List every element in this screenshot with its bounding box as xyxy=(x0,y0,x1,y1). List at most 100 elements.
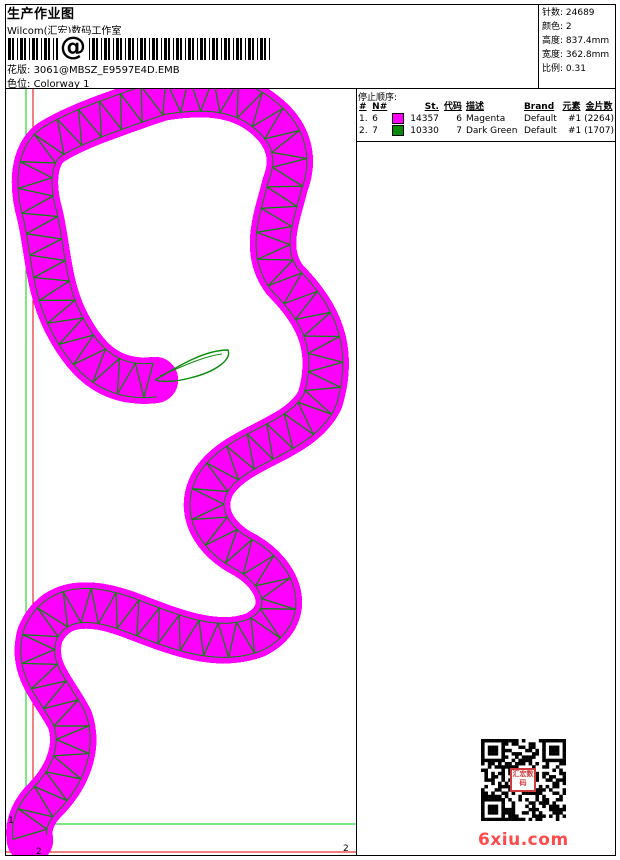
qr-cell xyxy=(501,768,505,772)
table-row: 2. 7 10330 7 Dark Green Default #1 (1707… xyxy=(357,125,616,137)
qr-cell xyxy=(532,811,536,815)
qr-cell xyxy=(525,791,529,795)
qr-cell xyxy=(552,804,556,809)
qr-cell xyxy=(528,791,533,795)
qr-cell xyxy=(511,739,516,743)
qr-cell xyxy=(501,739,505,743)
qr-cell xyxy=(515,761,519,766)
qr-cell xyxy=(559,739,563,743)
qr-cell xyxy=(501,798,505,802)
qr-cell xyxy=(542,748,546,753)
barcode-bar xyxy=(24,38,26,60)
qr-cell xyxy=(491,807,495,812)
qr-cell xyxy=(511,752,516,756)
qr-cell xyxy=(532,801,536,805)
qr-cell xyxy=(491,781,495,786)
qr-cell xyxy=(552,752,556,756)
qr-cell xyxy=(562,755,566,759)
qr-cell xyxy=(535,748,539,753)
qr-cell xyxy=(549,745,553,750)
qr-cell xyxy=(504,781,509,786)
table-rule xyxy=(357,141,616,142)
barcode-bar xyxy=(192,38,194,60)
qr-cell xyxy=(504,807,509,812)
qr-cell xyxy=(555,804,560,809)
row-stitches: 10330 xyxy=(410,126,439,136)
qr-cell xyxy=(549,778,553,782)
embroidery-design: 1 2 2 xyxy=(6,89,356,855)
qr-cell xyxy=(484,791,488,795)
qr-cell xyxy=(481,761,485,766)
qr-cell xyxy=(494,758,499,763)
qr-cell xyxy=(532,807,536,812)
qr-cell xyxy=(491,745,495,750)
qr-cell xyxy=(518,817,522,821)
qr-cell xyxy=(549,739,553,743)
qr-cell xyxy=(504,748,509,753)
qr-cell xyxy=(532,752,536,756)
qr-cell xyxy=(542,765,546,769)
qr-cell xyxy=(532,745,536,750)
qr-cell xyxy=(545,739,550,743)
barcode-bar xyxy=(161,38,162,60)
qr-cell xyxy=(481,748,485,753)
seal-stamp: 汇宏数码 xyxy=(510,768,536,792)
qr-cell xyxy=(487,761,492,766)
qr-cell xyxy=(481,811,485,815)
qr-cell xyxy=(481,798,485,802)
qr-cell xyxy=(491,804,495,809)
watermark: 6xiu.com xyxy=(478,830,569,850)
barcode-bar xyxy=(200,38,203,60)
qr-cell xyxy=(521,739,526,743)
qr-cell xyxy=(504,811,509,815)
qr-cell xyxy=(555,811,560,815)
qr-cell xyxy=(559,761,563,766)
qr-cell xyxy=(484,784,488,789)
barcode-bar xyxy=(228,38,230,60)
barcode-bar xyxy=(168,38,170,60)
qr-cell xyxy=(552,739,556,743)
barcode-bar xyxy=(149,38,150,60)
barcode-bar xyxy=(204,38,206,60)
design-file: 花版: 3061@MBSZ_E9597E4D.EMB xyxy=(7,61,180,76)
qr-cell xyxy=(508,798,512,802)
qr-cell xyxy=(525,804,529,809)
qr-cell xyxy=(487,778,492,782)
qr-cell xyxy=(552,791,556,795)
qr-cell xyxy=(498,761,502,766)
qr-cell xyxy=(501,748,505,753)
qr-cell xyxy=(481,755,485,759)
qr-cell xyxy=(562,748,566,753)
qr-cell xyxy=(501,752,505,756)
stat-width: 宽度: 362.8mm xyxy=(542,50,610,60)
qr-cell xyxy=(487,811,492,815)
qr-cell xyxy=(559,794,563,799)
qr-cell xyxy=(491,817,495,821)
qr-cell xyxy=(562,778,566,782)
qr-cell xyxy=(532,804,536,809)
qr-cell xyxy=(555,752,560,756)
barcode-bar xyxy=(188,38,191,60)
barcode-bar xyxy=(48,38,50,60)
qr-cell xyxy=(535,798,539,802)
qr-cell xyxy=(504,739,509,743)
qr-cell xyxy=(504,791,509,795)
qr-cell xyxy=(542,804,546,809)
qr-cell xyxy=(542,745,546,750)
barcode-bar xyxy=(36,38,38,60)
qr-cell xyxy=(494,798,499,802)
qr-cell xyxy=(487,745,492,750)
barcode-bar xyxy=(104,38,107,60)
barcode-bar xyxy=(245,38,246,60)
qr-cell xyxy=(511,807,516,812)
qr-cell xyxy=(508,807,512,812)
qr-cell xyxy=(498,771,502,776)
barcode-bar xyxy=(216,38,218,60)
qr-cell xyxy=(501,817,505,821)
barcode-bar xyxy=(164,38,167,60)
qr-cell xyxy=(555,758,560,763)
barcode-bar xyxy=(20,38,23,60)
qr-cell xyxy=(501,758,505,763)
qr-cell xyxy=(494,804,499,809)
qr-cell xyxy=(552,775,556,779)
